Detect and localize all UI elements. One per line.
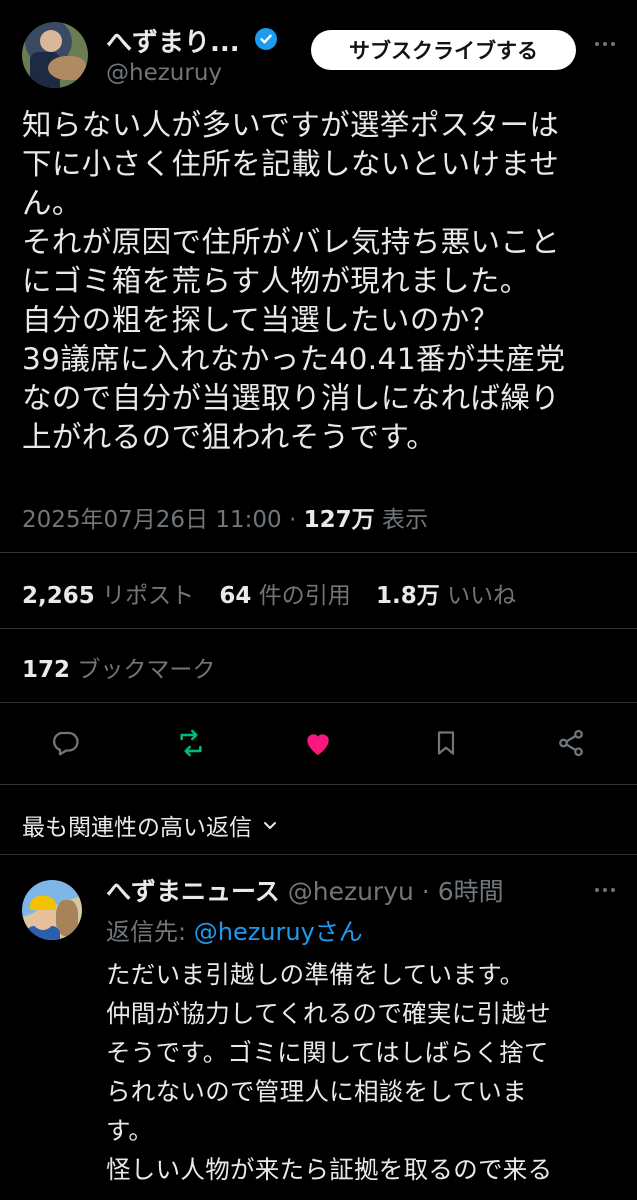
quotes-count: 64: [219, 583, 252, 609]
likes-label: いいね: [447, 583, 517, 609]
reply-line: られないので管理人に相談をしていま: [106, 1077, 527, 1106]
like-icon[interactable]: [295, 720, 341, 766]
bookmarks-label: ブックマーク: [77, 657, 216, 683]
verified-badge-icon: [255, 28, 277, 50]
views-label: 表示: [381, 507, 428, 533]
author-display-name[interactable]: へずまり...: [106, 22, 240, 59]
reply-text: ただいま引越しの準備をしています。 仲間が協力してくれるので確実に引越せ そうで…: [106, 955, 626, 1189]
reply-author-handle[interactable]: @hezuryu: [288, 877, 414, 906]
tweet-line: 下に小さく住所を記載しないといけませ: [22, 147, 560, 181]
repost-icon[interactable]: [168, 720, 214, 766]
reply-line: ただいま引越しの準備をしています。: [106, 960, 525, 989]
tweet-line: 知らない人が多いですが選挙ポスターは: [22, 108, 560, 142]
tweet-line: 39議席に入れなかった40.41番が共産党: [22, 342, 566, 376]
reply-to-label: 返信先:: [106, 918, 187, 946]
reply-to-line: 返信先: @hezuruyさん: [106, 912, 363, 947]
subscribe-button[interactable]: サブスクライブする: [311, 30, 576, 70]
bookmark-icon[interactable]: [423, 720, 469, 766]
divider: [0, 854, 637, 855]
engagement-stats: 2,265 リポスト 64 件の引用 1.8万 いいね: [22, 576, 534, 610]
reply-to-handle-link[interactable]: @hezuruyさん: [194, 918, 363, 946]
likes-stat[interactable]: 1.8万 いいね: [376, 583, 516, 609]
action-bar: [0, 720, 637, 766]
views-count: 127万: [303, 507, 375, 533]
meta-separator: ·: [288, 507, 297, 533]
reply-sort-selector[interactable]: 最も関連性の高い返信: [22, 808, 278, 842]
reply-icon[interactable]: [42, 720, 88, 766]
chevron-down-icon: [264, 822, 276, 829]
tweet-line: ん。: [22, 186, 82, 220]
share-icon[interactable]: [548, 720, 594, 766]
divider: [0, 702, 637, 703]
divider: [0, 784, 637, 785]
tweet-line: 自分の粗を探して当選したいのか？: [22, 303, 500, 337]
bookmarks-count: 172: [22, 657, 71, 683]
divider: [0, 552, 637, 553]
tweet-meta: 2025年07月26日 11:00 · 127万 表示: [22, 500, 428, 534]
likes-count: 1.8万: [376, 583, 440, 609]
author-handle[interactable]: @hezuruy: [106, 60, 222, 86]
reply-line: 仲間が協力してくれるので確実に引越せ: [106, 999, 551, 1028]
reposts-stat[interactable]: 2,265 リポスト: [22, 583, 194, 609]
author-avatar[interactable]: [22, 22, 88, 88]
reply-header: へずまニュース @hezuryu · 6時間: [106, 872, 504, 908]
reposts-count: 2,265: [22, 583, 95, 609]
reply-line: 怪しい人物が来たら証拠を取るので来る: [106, 1155, 553, 1184]
reply-line: す。: [106, 1116, 154, 1145]
divider: [0, 628, 637, 629]
quotes-label: 件の引用: [258, 583, 351, 609]
reply-separator: ·: [421, 877, 430, 906]
tweet-text: 知らない人が多いですが選挙ポスターは 下に小さく住所を記載しないといけませ ん。…: [22, 106, 622, 457]
quotes-stat[interactable]: 64 件の引用: [219, 583, 350, 609]
tweet-line: なので自分が当選取り消しになれば繰り: [22, 381, 561, 415]
sort-label: 最も関連性の高い返信: [22, 815, 252, 841]
tweet-timestamp[interactable]: 2025年07月26日 11:00: [22, 507, 282, 533]
bookmarks-stat[interactable]: 172 ブックマーク: [22, 650, 215, 684]
more-options-icon[interactable]: [595, 42, 615, 46]
tweet-line: それが原因で住所がバレ気持ち悪いこと: [22, 225, 561, 259]
reply-author-name[interactable]: へずまニュース: [106, 877, 280, 906]
tweet-line: にゴミ箱を荒らす人物が現れました。: [22, 264, 530, 298]
reply-author-avatar[interactable]: [22, 880, 82, 940]
reposts-label: リポスト: [102, 583, 195, 609]
reply-time[interactable]: 6時間: [438, 877, 504, 906]
reply-line: そうです。ゴミに関してはしばらく捨て: [106, 1038, 549, 1067]
tweet-line: 上がれるので狙われそうです。: [22, 420, 437, 454]
reply-more-options-icon[interactable]: [595, 888, 615, 892]
